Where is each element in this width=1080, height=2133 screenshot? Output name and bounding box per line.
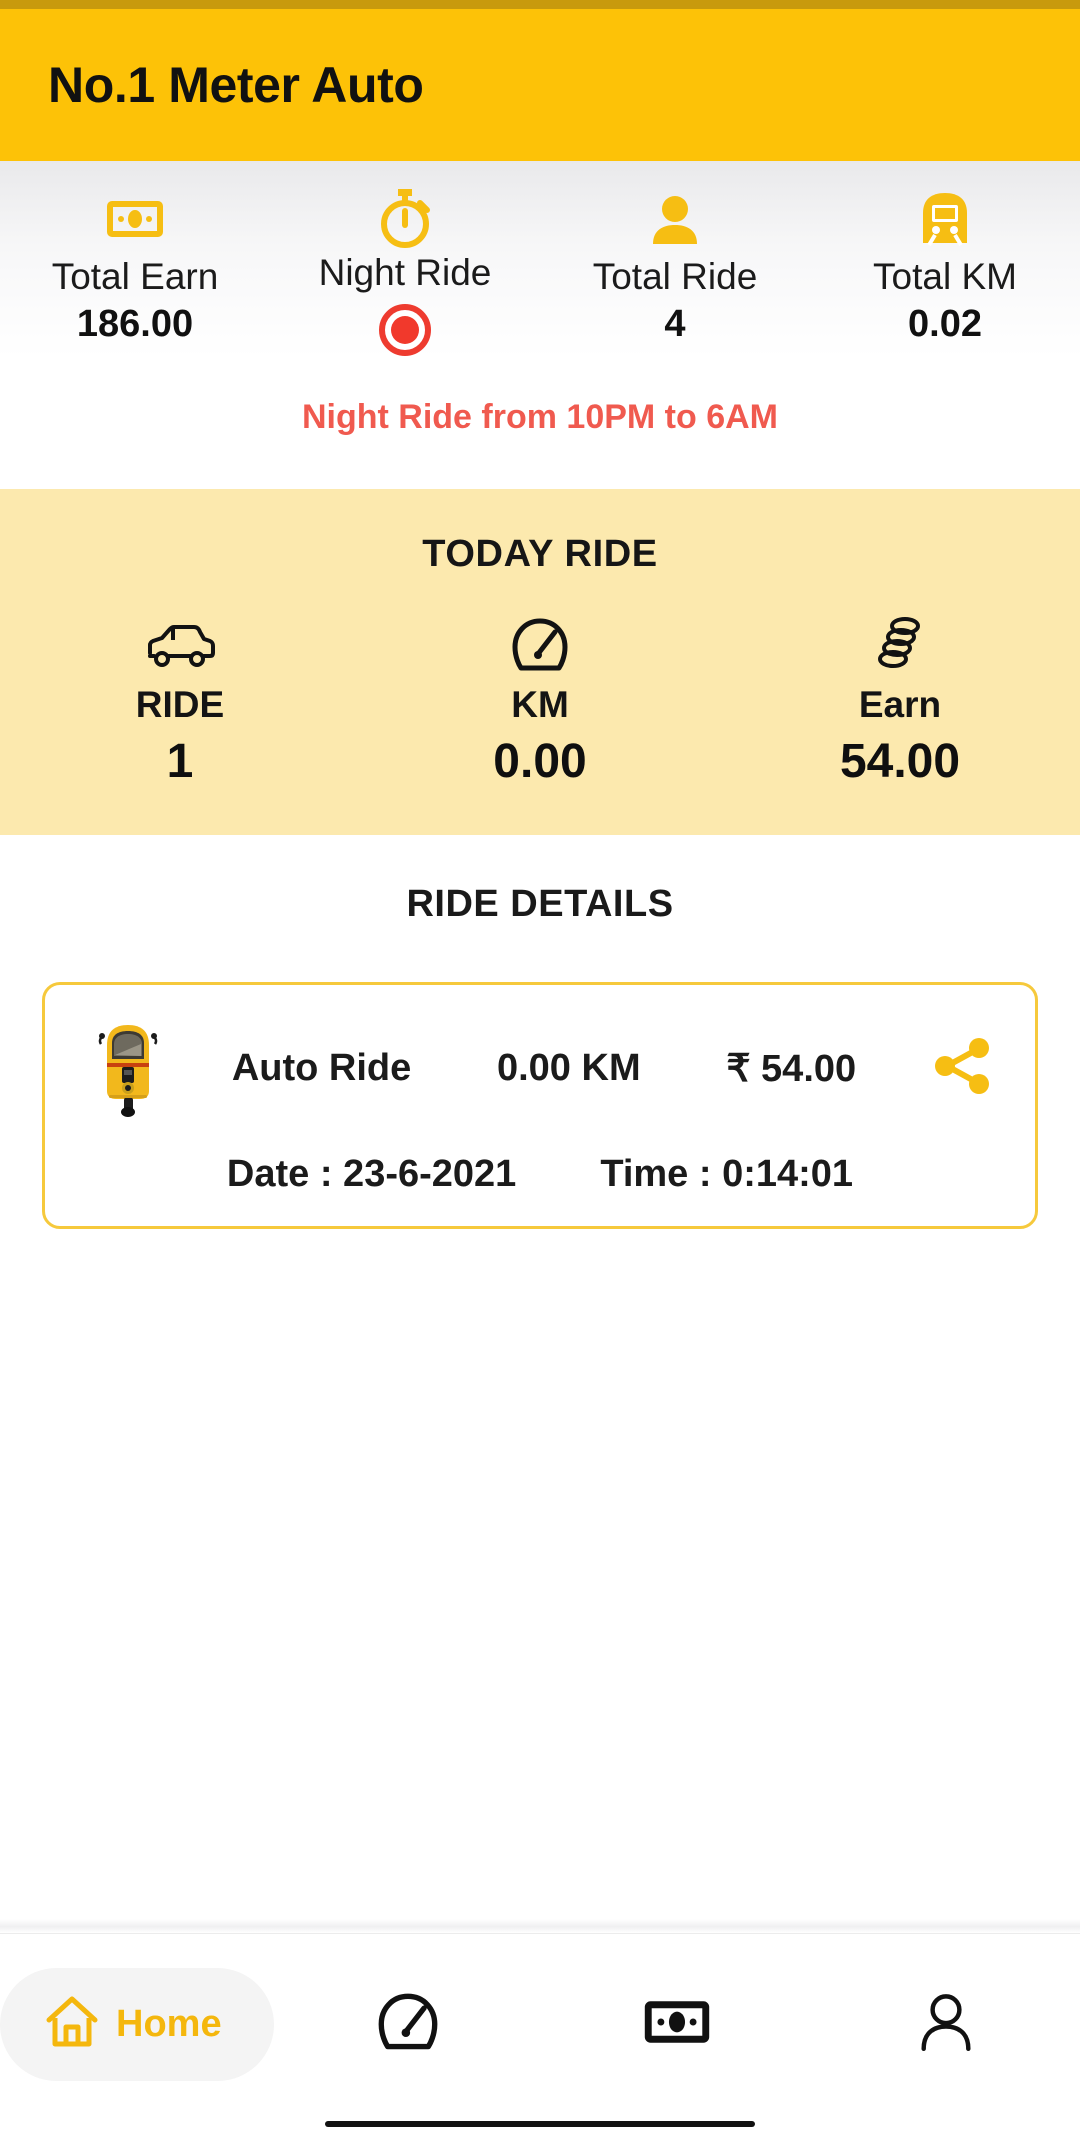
stat-label: Total KM xyxy=(873,256,1017,297)
stat-value: 186.00 xyxy=(76,302,194,345)
ride-date: Date : 23-6-2021 xyxy=(226,1152,517,1195)
stat-label: Total Earn xyxy=(51,256,219,297)
summary-stats-row: Total Earn 186.00 Night Ride Total Ride … xyxy=(0,189,1080,356)
summary-stats-section: Total Earn 186.00 Night Ride Total Ride … xyxy=(0,161,1080,489)
ride-time: Time : 0:14:01 xyxy=(600,1152,854,1195)
nav-label-home: Home xyxy=(116,2003,222,2045)
car-icon xyxy=(142,618,218,672)
today-value: 0.00 xyxy=(493,734,587,788)
today-ride-title: TODAY RIDE xyxy=(422,532,658,575)
ride-fare: ₹ 54.00 xyxy=(726,1048,857,1091)
auto-rickshaw-image xyxy=(85,1019,171,1119)
person-icon xyxy=(649,191,701,247)
today-label: RIDE xyxy=(135,683,225,725)
nav-item-home[interactable]: Home xyxy=(0,1934,274,2115)
coins-icon xyxy=(871,616,929,672)
nav-item-meter[interactable] xyxy=(274,1934,543,2115)
nav-item-profile[interactable] xyxy=(811,1934,1080,2115)
ride-distance: 0.00 KM xyxy=(496,1047,641,1090)
nav-active-pill: Home xyxy=(0,1968,274,2081)
ride-card[interactable]: Auto Ride 0.00 KM ₹ 54.00 Date : 23-6-20 xyxy=(42,981,1038,1229)
app-header: No.1 Meter Auto xyxy=(0,9,1080,161)
status-bar-strip xyxy=(0,0,1080,9)
today-ride-panel: TODAY RIDE RIDE 1 KM 0.00 Earn 54.00 xyxy=(0,488,1080,835)
home-icon xyxy=(44,1994,100,2055)
ride-card-fields: Auto Ride 0.00 KM ₹ 54.00 xyxy=(171,1046,917,1091)
today-value: 54.00 xyxy=(839,734,961,788)
today-value: 1 xyxy=(166,734,194,788)
ride-details-title: RIDE DETAILS xyxy=(406,882,674,925)
stat-total-earn[interactable]: Total Earn 186.00 xyxy=(0,191,270,356)
today-label: Earn xyxy=(858,683,942,725)
banknote-icon xyxy=(644,1999,710,2050)
system-gesture-bar xyxy=(0,2115,1080,2133)
bottom-nav-divider xyxy=(0,1919,1080,1933)
stat-label: Night Ride xyxy=(318,252,492,293)
stat-total-ride[interactable]: Total Ride 4 xyxy=(540,191,810,356)
today-cell-km: KM 0.00 xyxy=(360,618,720,789)
app-title: No.1 Meter Auto xyxy=(48,57,424,113)
app-root: No.1 Meter Auto Total Earn 186.00 Night … xyxy=(0,0,1080,2133)
train-icon xyxy=(919,191,971,247)
banknote-icon xyxy=(107,191,163,247)
today-cell-earn: Earn 54.00 xyxy=(720,616,1080,789)
ride-card-sub-row: Date : 23-6-2021 Time : 0:14:01 xyxy=(71,1153,1009,1196)
today-cell-ride: RIDE 1 xyxy=(0,618,360,789)
speedometer-icon xyxy=(511,618,569,672)
night-ride-record-indicator[interactable] xyxy=(379,303,431,356)
night-ride-notice: Night Ride from 10PM to 6AM xyxy=(301,397,779,436)
stat-value: 0.02 xyxy=(908,302,982,345)
stat-value: 4 xyxy=(664,302,686,345)
bottom-nav: Home xyxy=(0,1933,1080,2115)
ride-type: Auto Ride xyxy=(231,1047,412,1090)
nav-item-earnings[interactable] xyxy=(542,1934,811,2115)
today-ride-row: RIDE 1 KM 0.00 Earn 54.00 xyxy=(0,616,1080,789)
speedometer-icon xyxy=(377,1993,439,2056)
share-button[interactable] xyxy=(917,1037,1009,1100)
today-label: KM xyxy=(511,683,569,725)
stat-night-ride[interactable]: Night Ride xyxy=(270,189,540,356)
share-icon xyxy=(933,1037,993,1100)
stopwatch-icon xyxy=(377,189,433,248)
person-icon xyxy=(917,1993,975,2056)
ride-card-main-row: Auto Ride 0.00 KM ₹ 54.00 xyxy=(71,1019,1009,1119)
stat-label: Total Ride xyxy=(592,256,758,297)
stat-total-km[interactable]: Total KM 0.02 xyxy=(810,191,1080,356)
